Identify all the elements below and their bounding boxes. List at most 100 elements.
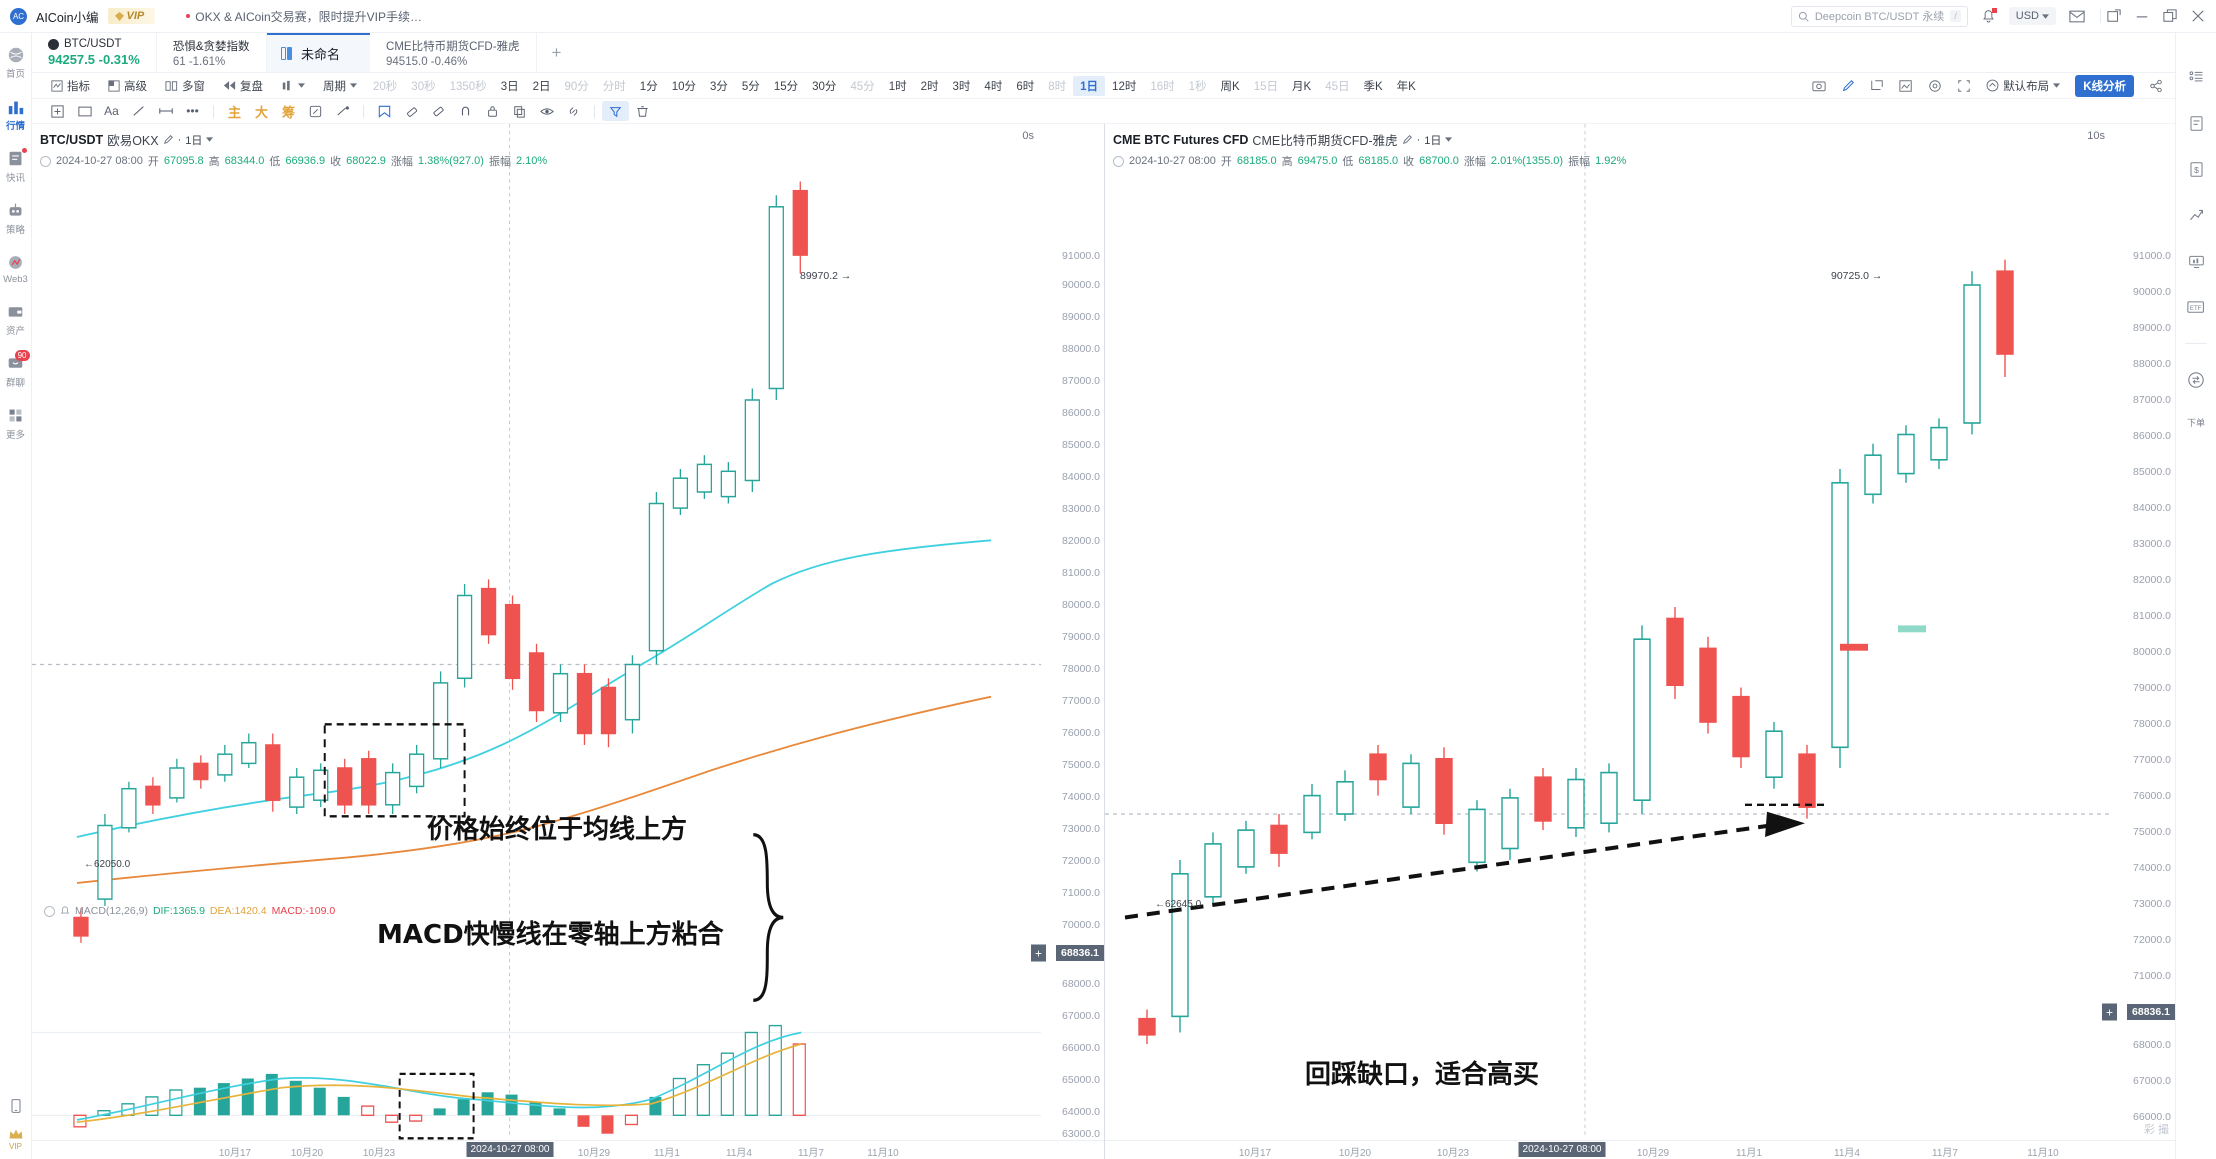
- trend-line-tool-icon[interactable]: [125, 101, 152, 121]
- sidebar-item-chat[interactable]: 90 群聊: [0, 350, 32, 389]
- large-tool[interactable]: 大: [248, 101, 275, 121]
- text-tool-icon[interactable]: Aa: [98, 101, 125, 121]
- chevron-down-icon[interactable]: [1445, 137, 1453, 142]
- crosshair-price-handle[interactable]: +: [1031, 944, 1046, 962]
- timeframe-option[interactable]: 3日: [494, 76, 526, 96]
- sidebar-item-more[interactable]: 更多: [0, 406, 32, 441]
- crosshair-price-handle[interactable]: +: [2102, 1003, 2117, 1021]
- rectangle-tool-icon[interactable]: [71, 101, 98, 121]
- edit-icon[interactable]: [163, 134, 174, 145]
- mail-icon[interactable]: [2069, 10, 2085, 23]
- watchlist-icon[interactable]: [2186, 67, 2206, 87]
- timeframe-option[interactable]: 30分: [805, 76, 843, 96]
- right-price-axis[interactable]: 91000.0 90000.0 89000.0 88000.0 87000.0 …: [2102, 124, 2175, 1159]
- timeframe-option[interactable]: 90分: [558, 76, 596, 96]
- ticker-fear-greed-index[interactable]: 恐惧&贪婪指数 61 -1.61%: [157, 33, 267, 72]
- right-chart-period[interactable]: 1日: [1424, 132, 1441, 148]
- kline-analysis-button[interactable]: K线分析: [2075, 74, 2134, 97]
- delete-tool-icon[interactable]: [629, 101, 656, 121]
- order-icon[interactable]: [2186, 370, 2206, 390]
- crop-icon[interactable]: [1870, 79, 1884, 93]
- timeframe-option-active[interactable]: 1日: [1073, 75, 1106, 96]
- layout-selector[interactable]: 默认布局: [1986, 78, 2061, 94]
- chips-tool[interactable]: 筹: [275, 101, 302, 121]
- measure-tool-icon[interactable]: [152, 101, 179, 121]
- screenshot-icon[interactable]: [1812, 79, 1826, 92]
- timeframe-option[interactable]: 3时: [946, 76, 978, 96]
- left-chart-period[interactable]: 1日: [185, 132, 202, 148]
- link-tool-icon[interactable]: [560, 101, 587, 121]
- username-label[interactable]: AICoin小编: [36, 7, 99, 26]
- close-button[interactable]: [2191, 9, 2205, 23]
- sidebar-item-web3[interactable]: Web3: [0, 253, 32, 285]
- sidebar-item-assets[interactable]: 资产: [0, 302, 32, 337]
- currency-selector[interactable]: USD: [2008, 7, 2056, 25]
- brush-tool-icon[interactable]: [329, 101, 356, 121]
- timeframe-option[interactable]: 30秒: [404, 76, 442, 96]
- timeframe-option[interactable]: 2时: [914, 76, 946, 96]
- indicators-button[interactable]: 指标: [42, 78, 99, 94]
- timeframe-option[interactable]: 季K: [1356, 76, 1389, 96]
- notification-bell-icon[interactable]: [1981, 7, 1997, 24]
- eraser-tool-icon[interactable]: [398, 101, 425, 121]
- avatar[interactable]: AC: [10, 7, 27, 25]
- sidebar-item-news[interactable]: 快讯: [0, 148, 32, 184]
- macd-collapse-icon[interactable]: [44, 905, 55, 917]
- ticker-btc-usdt[interactable]: BTC/USDT 94257.5 -0.31%: [32, 33, 157, 72]
- advanced-button[interactable]: 高级: [99, 78, 156, 94]
- timeframe-option[interactable]: 20秒: [366, 76, 404, 96]
- timeframe-option[interactable]: 6时: [1009, 76, 1041, 96]
- share-icon[interactable]: [2149, 79, 2163, 93]
- settings-gear-icon[interactable]: [1928, 79, 1942, 93]
- finance-icon[interactable]: $: [2186, 159, 2206, 179]
- trend-up-icon[interactable]: [2186, 205, 2206, 225]
- main-chart-tool[interactable]: 主: [221, 101, 248, 121]
- popout-window-icon[interactable]: [2107, 9, 2121, 23]
- lock-tool-icon[interactable]: [479, 101, 506, 121]
- edit-icon[interactable]: [1402, 134, 1413, 145]
- collapse-icon[interactable]: [40, 155, 51, 167]
- timeframe-option[interactable]: 4时: [977, 76, 1009, 96]
- monitor-chart-icon[interactable]: [2186, 251, 2206, 271]
- sidebar-item-home[interactable]: 首页: [0, 45, 32, 80]
- more-tools-icon[interactable]: •••: [179, 101, 206, 121]
- timeframe-option[interactable]: 45日: [1318, 76, 1356, 96]
- sidebar-item-strategy[interactable]: 策略: [0, 201, 32, 236]
- add-tab-button[interactable]: +: [537, 33, 577, 72]
- timeframe-option[interactable]: 5分: [735, 76, 767, 96]
- visibility-tool-icon[interactable]: [533, 101, 560, 121]
- magnet-tool-icon[interactable]: [302, 101, 329, 121]
- timeframe-option[interactable]: 45分: [843, 76, 881, 96]
- timeframe-option[interactable]: 8时: [1041, 76, 1073, 96]
- ticker-cme-btc-futures[interactable]: CME比特币期货CFD-雅虎 94515.0 -0.46%: [370, 33, 537, 72]
- copy-tool-icon[interactable]: [506, 101, 533, 121]
- fullscreen-icon[interactable]: [1957, 79, 1971, 93]
- left-price-axis[interactable]: 91000.0 90000.0 89000.0 88000.0 87000.0 …: [1031, 124, 1104, 1159]
- timeframe-option[interactable]: 1时: [882, 76, 914, 96]
- timeframe-option[interactable]: 1350秒: [443, 76, 494, 96]
- collapse-icon[interactable]: [1113, 155, 1124, 167]
- timeframe-option[interactable]: 月K: [1285, 76, 1318, 96]
- minimize-button[interactable]: [2135, 9, 2149, 23]
- export-image-icon[interactable]: [1899, 79, 1913, 93]
- news-ticker[interactable]: OKX & AICoin交易赛，限时提升VIP手续…: [186, 8, 422, 25]
- right-time-axis[interactable]: 10月17 10月20 10月23 2024-10-27 08:00 10月29…: [1105, 1140, 2175, 1159]
- document-icon[interactable]: [2186, 113, 2206, 133]
- timeframe-option[interactable]: 年K: [1390, 76, 1423, 96]
- timeframe-option[interactable]: 10分: [665, 76, 703, 96]
- timeframe-option[interactable]: 1分: [633, 76, 665, 96]
- maximize-button[interactable]: [2163, 9, 2177, 23]
- ruler-tool-icon[interactable]: [425, 101, 452, 121]
- multiwindow-button[interactable]: 多窗: [156, 78, 214, 94]
- timeframe-option[interactable]: 2日: [526, 76, 558, 96]
- tab-untitled[interactable]: 未命名: [266, 33, 371, 72]
- timeframe-option[interactable]: 12时: [1105, 76, 1143, 96]
- timeframe-option[interactable]: 1秒: [1182, 76, 1214, 96]
- pencil-icon[interactable]: [1841, 79, 1855, 93]
- sidebar-item-market[interactable]: 行情: [0, 97, 32, 132]
- shape-tool-icon[interactable]: [371, 101, 398, 121]
- period-button[interactable]: 周期: [314, 78, 366, 94]
- timeframe-option[interactable]: 分时: [596, 76, 633, 96]
- etf-icon[interactable]: ETF: [2186, 297, 2206, 317]
- macd-indicator-label[interactable]: MACD(12,26,9) DIF:1365.9 DEA:1420.4 MACD…: [44, 905, 335, 917]
